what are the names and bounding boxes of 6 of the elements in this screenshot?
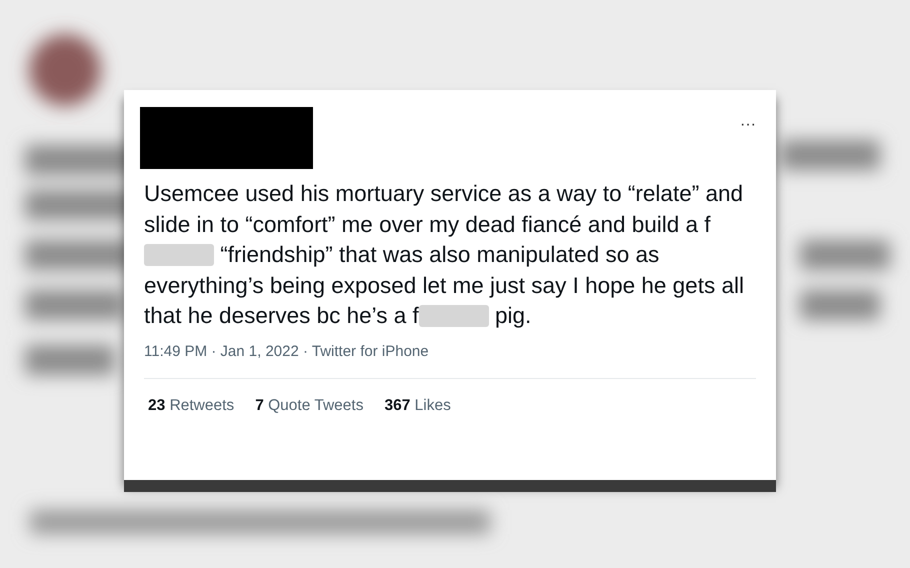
engagement-count[interactable]: 7 Quote Tweets xyxy=(255,396,364,414)
tweet-timestamp: 11:49 PM · Jan 1, 2022 · Twitter for iPhone xyxy=(144,342,756,378)
engagement-count[interactable]: 23 Retweets xyxy=(148,396,234,414)
tweet-text: Usemcee used his mortuary service as a way to “relate” and slide in to “comfort” me over my dead fiancé and build a f “friendship” that was also manipulated so as everything’s being exposed let me just say I hope he gets all that he deserves bc he’s a f pig. xyxy=(144,180,745,330)
engagement-count[interactable]: 367 Likes xyxy=(384,396,451,414)
more-button[interactable]: ··· xyxy=(740,117,756,133)
